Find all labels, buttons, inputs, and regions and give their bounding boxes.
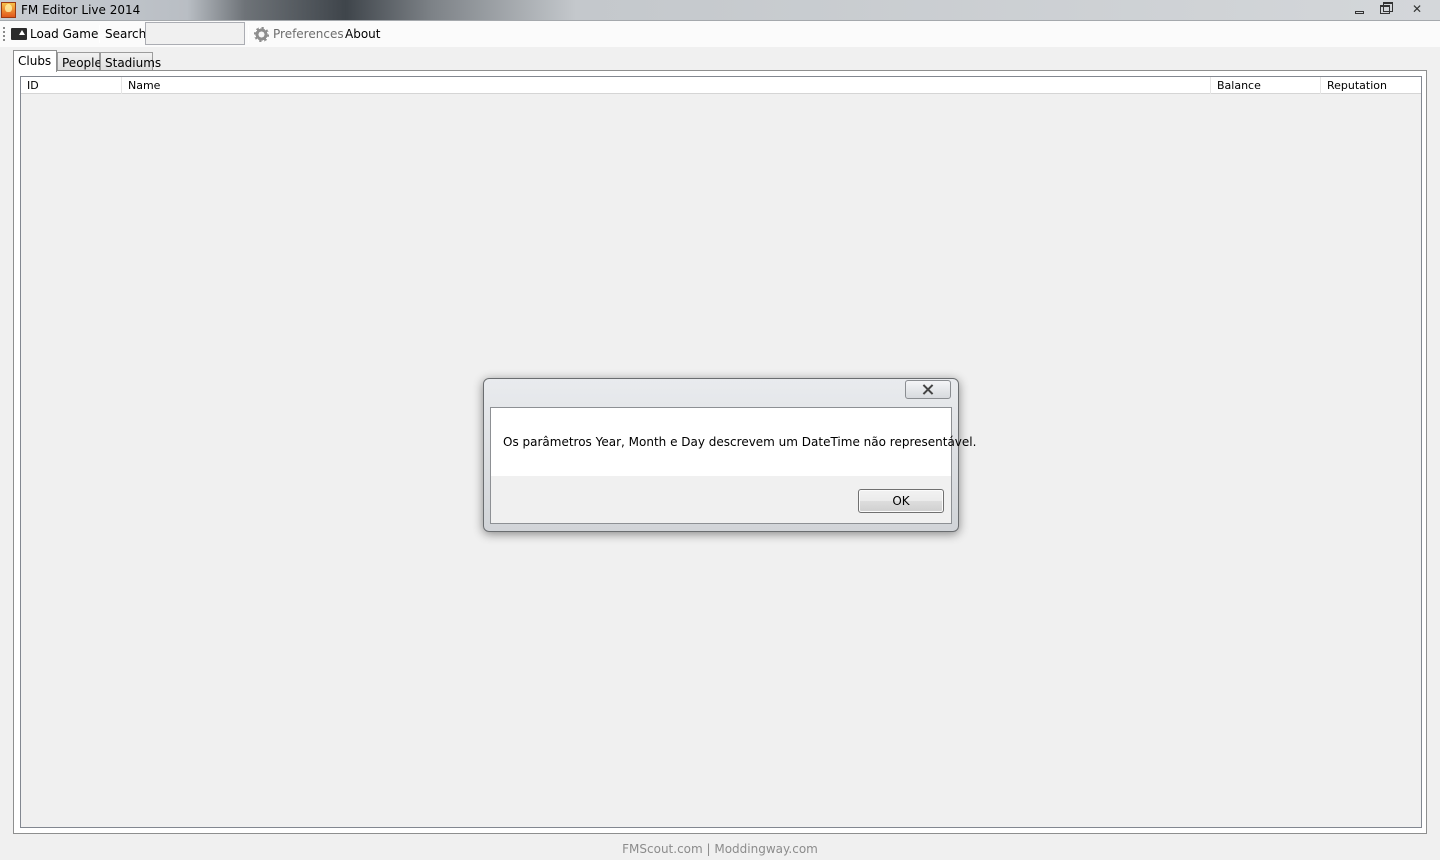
fm-editor-icon (1, 2, 16, 18)
close-window-button[interactable]: ✕ (1398, 0, 1436, 18)
ok-button[interactable]: OK (858, 489, 944, 513)
column-header-name[interactable]: Name (122, 77, 1211, 94)
toolbar-separator (99, 25, 100, 43)
window-title: FM Editor Live 2014 (21, 3, 141, 17)
toolbar-separator (248, 25, 249, 43)
dialog-close-button[interactable] (905, 380, 951, 399)
dialog-body: Os parâmetros Year, Month e Day descreve… (490, 407, 976, 524)
title-bar: FM Editor Live 2014 ✕ (0, 0, 1440, 21)
maximize-icon (1380, 1, 1393, 14)
search-input[interactable] (145, 22, 245, 45)
minimize-icon (1354, 10, 1364, 14)
gear-icon (254, 26, 269, 42)
footer-credits: FMScout.com | Moddingway.com (622, 842, 818, 856)
toolbar-grip[interactable] (3, 27, 5, 41)
column-header-reputation[interactable]: Reputation (1321, 77, 1421, 94)
error-dialog: Os parâmetros Year, Month e Day descreve… (483, 378, 976, 532)
grid-header: ID Name Balance Reputation (21, 77, 1421, 94)
search-label: Search (105, 27, 147, 41)
tab-people[interactable]: People (57, 52, 102, 71)
preferences-button[interactable]: Preferences (254, 26, 344, 42)
preferences-label: Preferences (273, 27, 344, 41)
close-icon (923, 384, 934, 395)
load-game-button[interactable]: Load Game (11, 26, 98, 42)
column-header-id[interactable]: ID (21, 77, 122, 94)
dialog-message-area: Os parâmetros Year, Month e Day descreve… (491, 408, 976, 476)
maximize-button[interactable] (1372, 0, 1398, 18)
load-game-label: Load Game (30, 27, 99, 41)
load-folder-icon (11, 28, 27, 40)
about-button[interactable]: About (345, 26, 380, 42)
window-controls: ✕ (1346, 0, 1436, 20)
tab-stadiums[interactable]: Stadiums (100, 52, 161, 71)
minimize-button[interactable] (1346, 0, 1372, 18)
close-icon: ✕ (1411, 2, 1423, 16)
dialog-message: Os parâmetros Year, Month e Day descreve… (503, 435, 977, 449)
tab-clubs[interactable]: Clubs (13, 50, 57, 72)
column-header-balance[interactable]: Balance (1211, 77, 1321, 94)
